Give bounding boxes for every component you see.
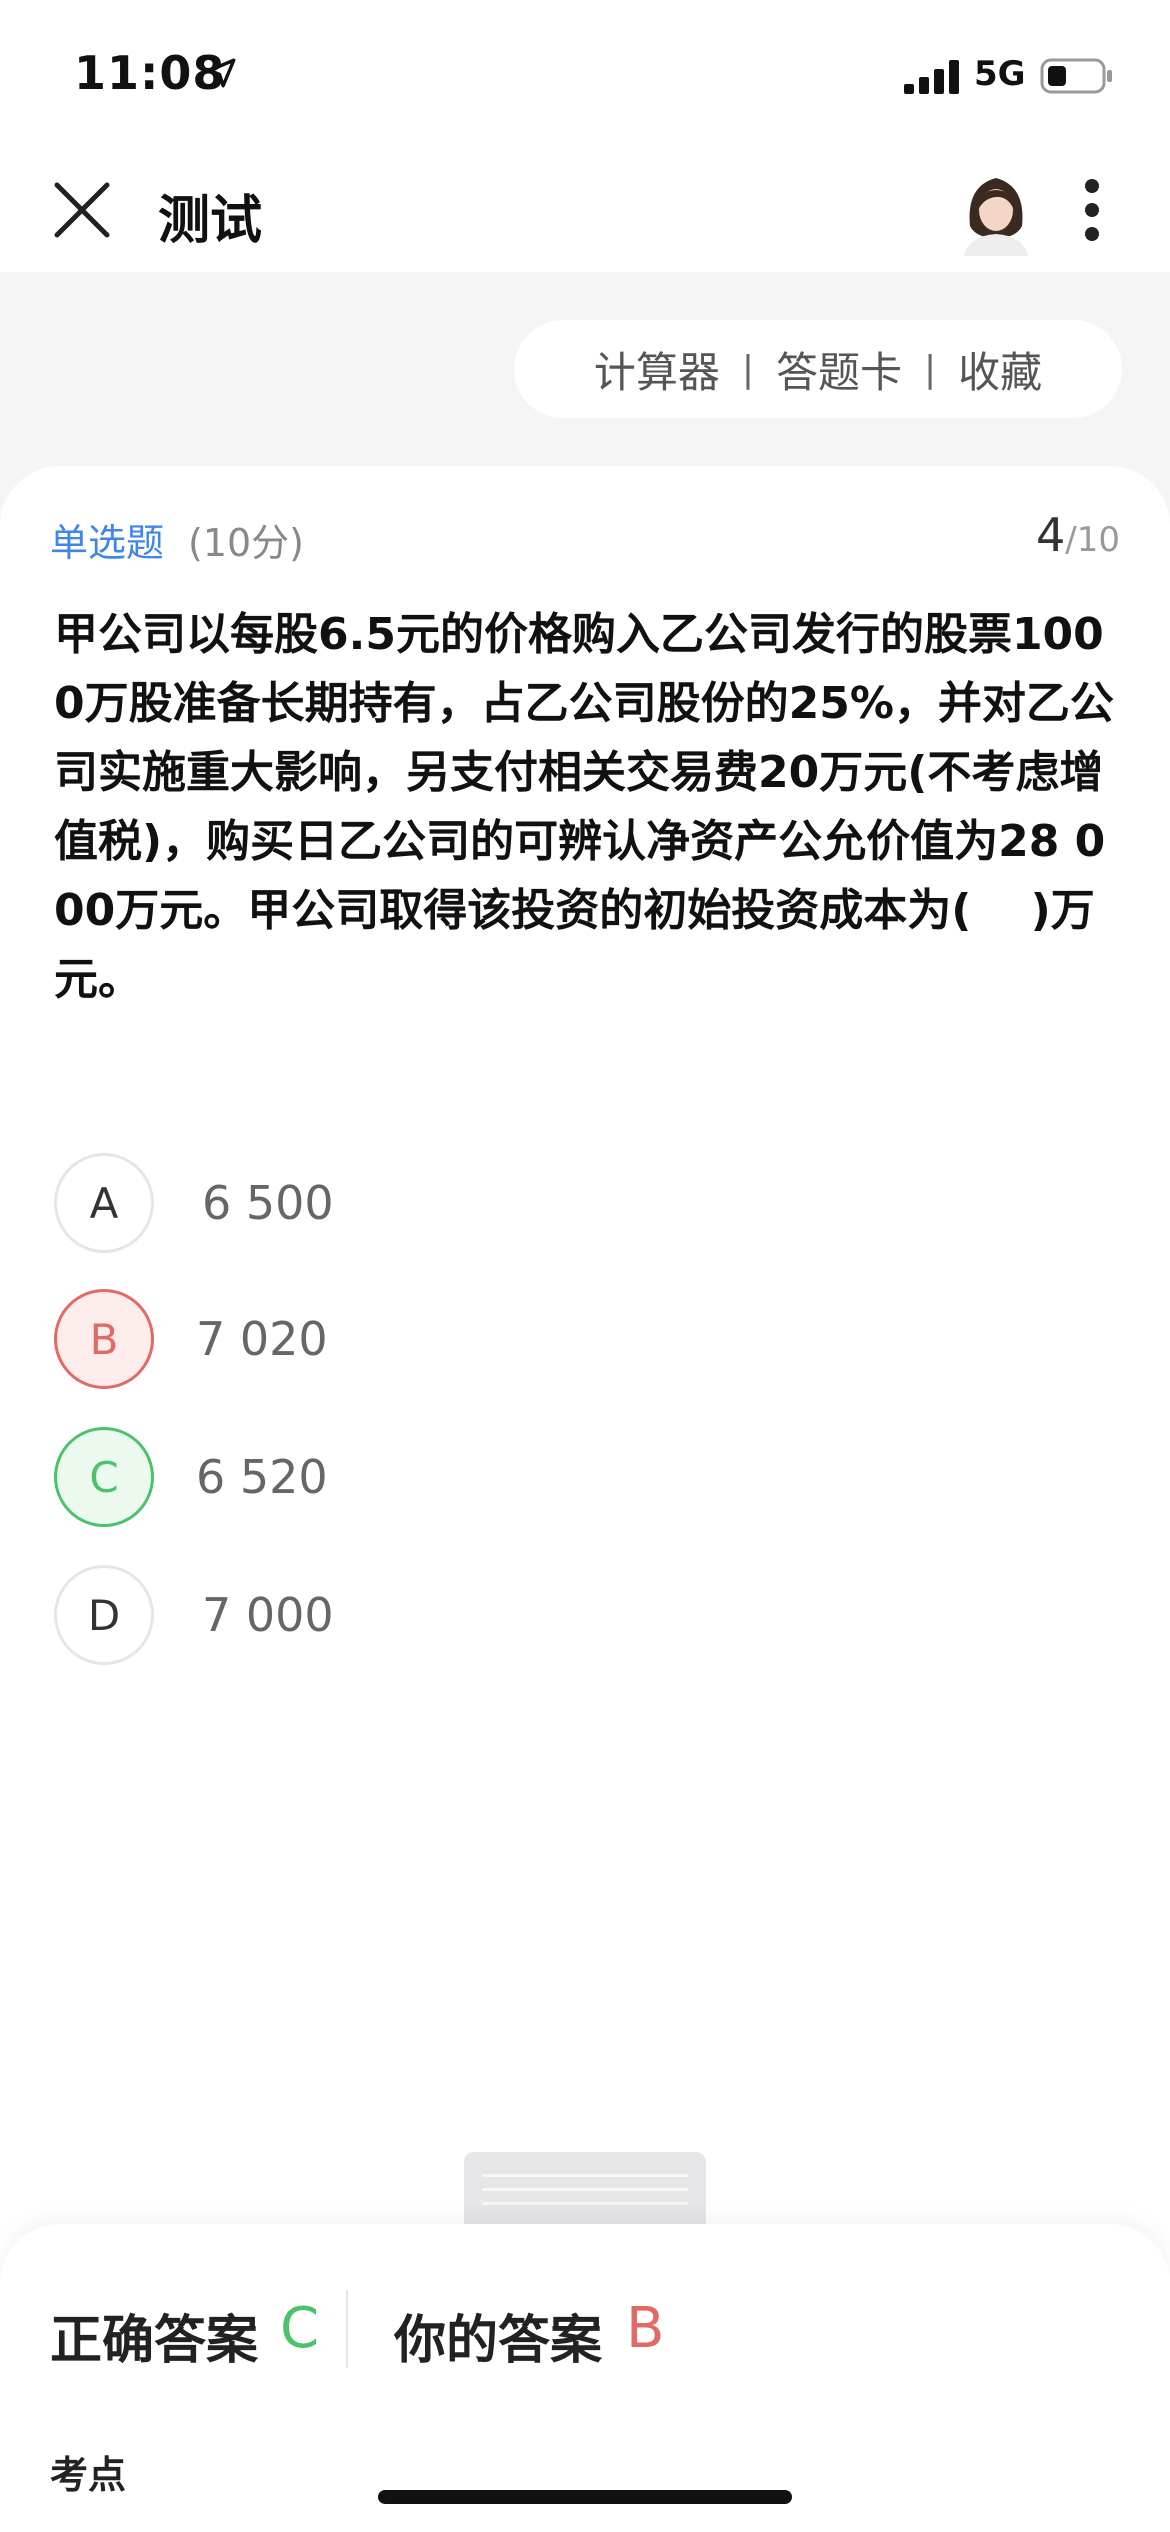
- page-title: 测试: [158, 191, 263, 251]
- nav-bar: 测试: [0, 150, 1170, 272]
- option-letter: C: [54, 1427, 154, 1527]
- option-text: 7 020: [196, 1312, 328, 1366]
- cellular-signal-icon: [904, 60, 959, 94]
- battery-icon: [1040, 58, 1112, 94]
- tools-divider: |: [924, 348, 937, 390]
- tools-divider: |: [741, 348, 754, 390]
- option-text: 6 500: [202, 1176, 334, 1230]
- close-button[interactable]: [44, 172, 120, 248]
- answer-card-button[interactable]: 答题卡: [754, 339, 924, 400]
- location-arrow-icon: [206, 58, 236, 88]
- key-point-title: 考点: [50, 2453, 127, 2497]
- option-text: 7 000: [202, 1588, 334, 1642]
- question-text: 甲公司以每股6.5元的价格购入乙公司发行的股票1000万股准备长期持有，占乙公司…: [54, 609, 1114, 1005]
- status-bar: 11:08 5G: [0, 0, 1170, 150]
- answer-sheet: 正确答案 C 你的答案 B 考点: [0, 2224, 1170, 2532]
- current-question-number: 4: [1036, 508, 1066, 562]
- quiz-page: 11:08 5G 测试 计算器 | 答题卡 | 收藏 单选题 (10分) 4/1…: [0, 0, 1170, 2532]
- tools-bar: 计算器 | 答题卡 | 收藏: [514, 320, 1122, 418]
- option-letter: D: [54, 1565, 154, 1665]
- your-answer-value: B: [626, 2296, 665, 2361]
- handle-grip-line: [482, 2202, 688, 2205]
- handle-grip-line: [482, 2174, 688, 2177]
- answer-divider: [346, 2290, 348, 2368]
- option-c[interactable]: C 6 520: [54, 1426, 754, 1528]
- calculator-button[interactable]: 计算器: [572, 339, 742, 400]
- status-time: 11:08: [74, 46, 226, 100]
- close-icon: [54, 182, 110, 238]
- your-answer-label: 你的答案: [394, 2311, 603, 2371]
- sheet-drag-handle[interactable]: [464, 2152, 706, 2224]
- option-d[interactable]: D 7 000: [54, 1564, 754, 1666]
- option-b[interactable]: B 7 020: [54, 1288, 754, 1390]
- avatar[interactable]: [956, 166, 1036, 256]
- more-vertical-icon: [1085, 179, 1099, 241]
- handle-grip-line: [482, 2188, 688, 2191]
- option-letter: A: [54, 1153, 154, 1253]
- question-score: (10分): [188, 521, 305, 565]
- option-a[interactable]: A 6 500: [54, 1152, 754, 1254]
- more-options-button[interactable]: [1068, 172, 1116, 248]
- total-questions: /10: [1065, 520, 1120, 560]
- question-progress: 4/10: [1036, 508, 1120, 562]
- home-indicator[interactable]: [378, 2490, 792, 2504]
- network-type: 5G: [974, 54, 1026, 94]
- correct-answer-value: C: [280, 2296, 320, 2361]
- favorite-button[interactable]: 收藏: [936, 339, 1064, 400]
- option-text: 6 520: [196, 1450, 328, 1504]
- question-type: 单选题: [50, 521, 165, 565]
- option-letter: B: [54, 1289, 154, 1389]
- correct-answer-label: 正确答案: [50, 2311, 259, 2371]
